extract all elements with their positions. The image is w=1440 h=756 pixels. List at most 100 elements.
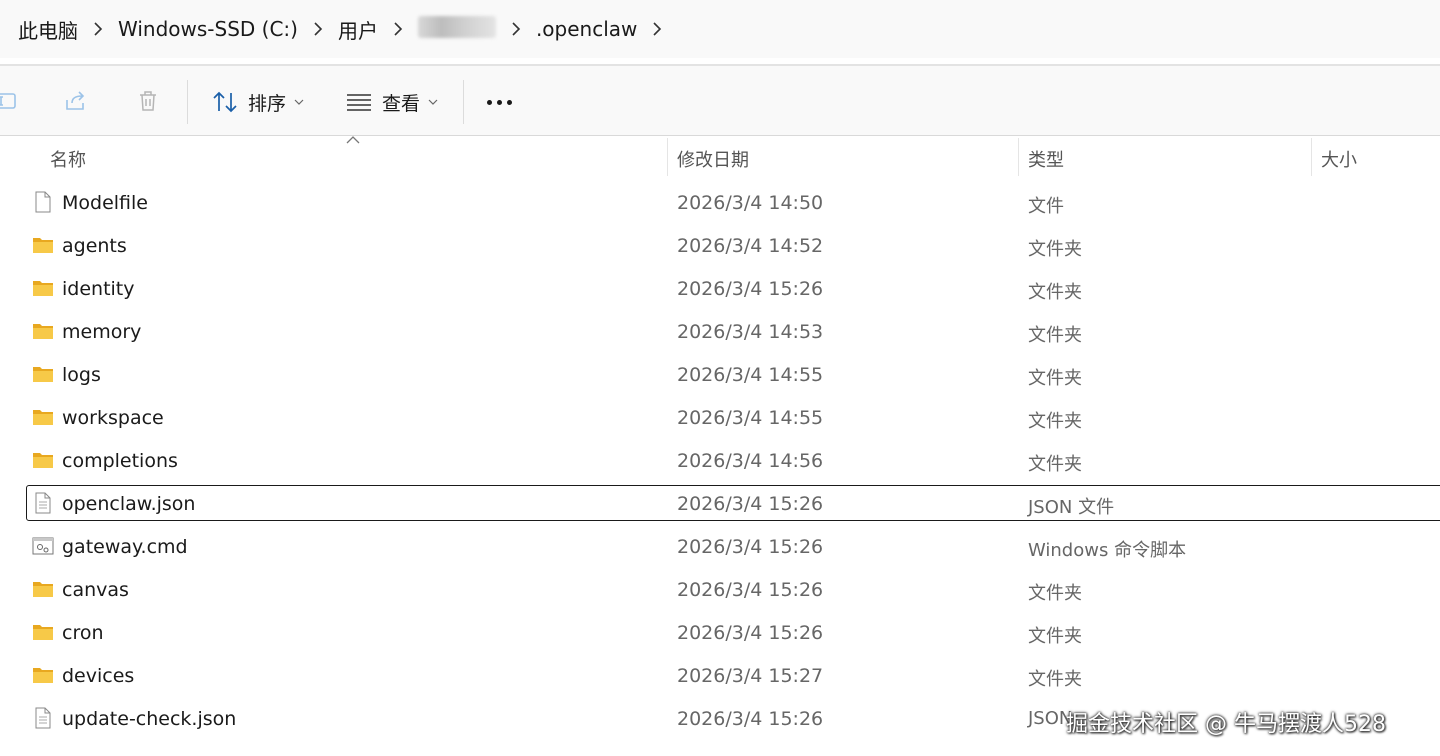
column-resize-handle[interactable] [1311,138,1312,176]
file-type: 文件夹 [1028,282,1082,303]
file-row-selected[interactable]: openclaw.json 2026/3/4 15:26 JSON 文件 [0,483,1440,526]
file-name: workspace [62,407,164,429]
file-date: 2026/3/4 15:26 [677,493,824,515]
folder-icon [33,668,53,683]
sort-ascending-icon [346,136,360,144]
file-type: 文件夹 [1028,411,1082,432]
file-date: 2026/3/4 14:56 [677,450,824,472]
chevron-right-icon[interactable] [378,22,418,36]
folder-icon [33,410,53,425]
file-date: 2026/3/4 14:53 [677,321,824,343]
file-date: 2026/3/4 15:26 [677,278,824,300]
chevron-right-icon[interactable] [637,22,677,36]
folder-icon [33,625,53,640]
file-name: update-check.json [62,708,237,730]
file-list: Modelfile 2026/3/4 14:50 文件 agents 2026/… [0,182,1440,741]
folder-icon [33,324,53,339]
sort-arrows-icon [213,91,237,113]
file-row[interactable]: cron 2026/3/4 15:26 文件夹 [0,612,1440,655]
json-file-icon [35,492,51,514]
file-name: devices [62,665,135,687]
column-resize-handle[interactable] [667,138,668,176]
file-name: logs [62,364,101,386]
chevron-right-icon[interactable] [298,22,338,36]
redacted-username [417,15,496,38]
file-type: JSON 文件 [1028,497,1115,518]
file-type: 文件夹 [1028,368,1082,389]
json-file-icon [35,707,51,729]
file-name: memory [62,321,142,343]
file-type: 文件夹 [1028,454,1082,475]
breadcrumb-drive-c[interactable]: Windows-SSD (C:) [118,17,298,41]
column-header-type[interactable]: 类型 [1028,146,1064,172]
file-row[interactable]: workspace 2026/3/4 14:55 文件夹 [0,397,1440,440]
toolbar-divider [187,80,188,124]
breadcrumb-this-pc[interactable]: 此电脑 [18,15,78,44]
breadcrumb-users[interactable]: 用户 [338,15,378,44]
file-date: 2026/3/4 14:55 [677,407,824,429]
file-row[interactable]: devices 2026/3/4 15:27 文件夹 [0,655,1440,698]
file-date: 2026/3/4 15:26 [677,708,824,730]
file-type: 文件夹 [1028,626,1082,647]
file-type: Windows 命令脚本 [1028,540,1187,561]
file-row[interactable]: logs 2026/3/4 14:55 文件夹 [0,354,1440,397]
file-row[interactable]: canvas 2026/3/4 15:26 文件夹 [0,569,1440,612]
file-row[interactable]: identity 2026/3/4 15:26 文件夹 [0,268,1440,311]
sort-button[interactable]: 排序 [212,86,304,118]
chevron-right-icon[interactable] [496,22,536,36]
column-header-modified[interactable]: 修改日期 [677,146,749,172]
file-name: completions [62,450,178,472]
rename-icon[interactable] [0,88,18,114]
file-date: 2026/3/4 14:52 [677,235,824,257]
chevron-down-icon [294,99,304,105]
sort-label: 排序 [248,92,287,115]
column-header-size[interactable]: 大小 [1321,146,1357,172]
file-date: 2026/3/4 15:26 [677,536,824,558]
chevron-down-icon [428,99,438,105]
file-name: Modelfile [62,192,148,214]
column-headers: 名称 修改日期 类型 大小 [0,136,1440,176]
file-date: 2026/3/4 14:50 [677,192,824,214]
view-label: 查看 [382,92,421,115]
script-file-icon [32,537,54,555]
share-icon[interactable] [63,88,89,114]
file-date: 2026/3/4 15:26 [677,622,824,644]
breadcrumb: 此电脑 Windows-SSD (C:) 用户 .openclaw [0,0,1440,58]
file-type: 文件 [1028,196,1064,217]
file-name: openclaw.json [62,493,196,515]
view-button[interactable]: 查看 [346,86,438,118]
column-header-name[interactable]: 名称 [50,146,86,172]
folder-icon [33,281,53,296]
file-date: 2026/3/4 14:55 [677,364,824,386]
folder-icon [33,453,53,468]
more-options-icon[interactable] [487,100,512,105]
file-type: 文件夹 [1028,325,1082,346]
file-date: 2026/3/4 15:26 [677,579,824,601]
file-row[interactable]: gateway.cmd 2026/3/4 15:26 Windows 命令脚本 [0,526,1440,569]
file-date: 2026/3/4 15:27 [677,665,824,687]
file-row[interactable]: memory 2026/3/4 14:53 文件夹 [0,311,1440,354]
column-resize-handle[interactable] [1018,138,1019,176]
file-type: 文件夹 [1028,583,1082,604]
breadcrumb-user-folder[interactable] [417,15,496,43]
folder-icon [33,582,53,597]
chevron-right-icon[interactable] [78,22,118,36]
list-view-icon [347,94,371,111]
folder-icon [33,367,53,382]
file-row[interactable]: Modelfile 2026/3/4 14:50 文件 [0,182,1440,225]
file-icon [35,191,51,213]
file-type: 文件夹 [1028,239,1082,260]
file-name: identity [62,278,135,300]
trash-icon[interactable] [135,88,161,114]
file-row[interactable]: completions 2026/3/4 14:56 文件夹 [0,440,1440,483]
command-bar: 排序 查看 [0,66,1440,136]
file-row[interactable]: agents 2026/3/4 14:52 文件夹 [0,225,1440,268]
file-name: agents [62,235,127,257]
file-name: gateway.cmd [62,536,188,558]
file-name: canvas [62,579,129,601]
breadcrumb-openclaw[interactable]: .openclaw [536,17,637,41]
file-type: 文件夹 [1028,669,1082,690]
watermark: 掘金技术社区 @ 牛马摆渡人528 [1066,712,1386,737]
file-name: cron [62,622,104,644]
toolbar-divider [463,80,464,124]
